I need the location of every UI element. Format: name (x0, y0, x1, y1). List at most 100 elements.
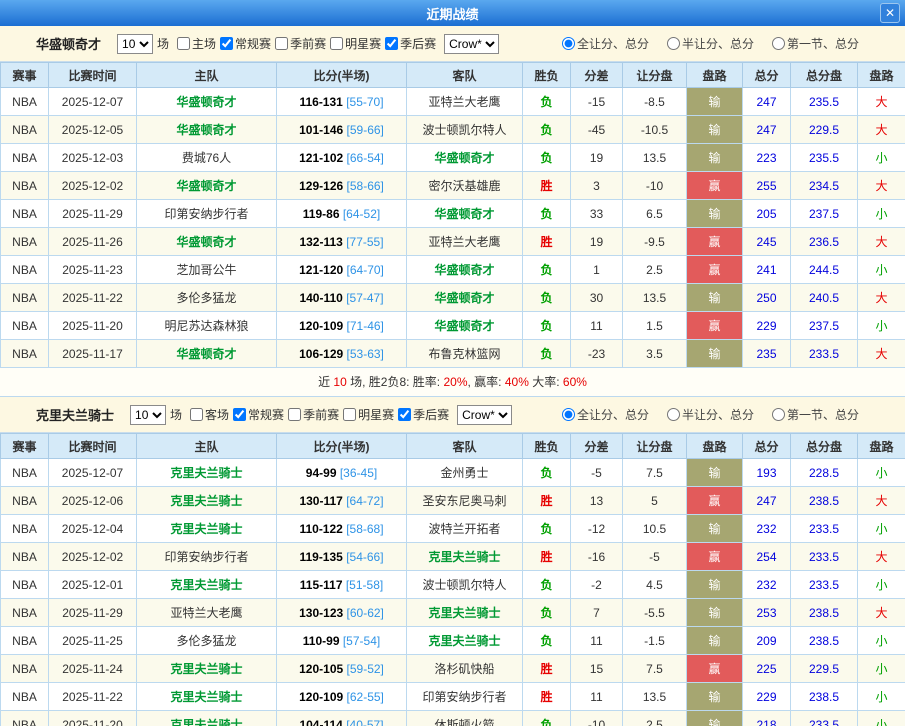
close-icon[interactable]: ✕ (880, 3, 900, 23)
cell-point-diff: -2 (571, 571, 623, 599)
checkbox-input[interactable] (330, 37, 343, 50)
filter-checkbox[interactable]: 季后赛 (385, 35, 436, 52)
filter-checkbox-group: 主场常规赛季前赛明星赛季后赛 (177, 35, 440, 53)
cell-date: 2025-11-24 (49, 655, 137, 683)
cell-total-points: 218 (743, 711, 791, 726)
cell-handicap-line: -5 (623, 543, 687, 571)
checkbox-input[interactable] (385, 37, 398, 50)
games-count-select[interactable]: 10 (117, 34, 153, 54)
stat-scope-radio[interactable]: 第一节、总分 (772, 406, 859, 423)
column-header: 客队 (407, 434, 523, 459)
filter-checkbox[interactable]: 季前赛 (288, 406, 339, 423)
radio-input[interactable] (667, 408, 680, 421)
cell-total-points: 229 (743, 683, 791, 711)
half-score: [57-54] (343, 634, 380, 648)
cell-point-diff: 19 (571, 144, 623, 172)
cell-league: NBA (1, 228, 49, 256)
game-row: NBA2025-11-20明尼苏达森林狼120-109 [71-46]华盛顿奇才… (1, 312, 905, 340)
cell-home-team: 克里夫兰骑士 (137, 711, 277, 726)
cell-total-line: 237.5 (791, 312, 858, 340)
odds-type-select[interactable]: Crow* (444, 34, 499, 54)
games-count-select[interactable]: 10 (130, 405, 166, 425)
cell-total-points: 247 (743, 88, 791, 116)
cell-score: 132-113 [77-55] (277, 228, 407, 256)
checkbox-input[interactable] (220, 37, 233, 50)
half-score: [64-72] (346, 494, 383, 508)
cell-total-line: 238.5 (791, 487, 858, 515)
stat-scope-radio[interactable]: 半让分、总分 (667, 35, 754, 52)
cell-over-under: 大 (858, 228, 905, 256)
game-row: NBA2025-11-23芝加哥公牛121-120 [64-70]华盛顿奇才负1… (1, 256, 905, 284)
radio-input[interactable] (562, 408, 575, 421)
stat-scope-radio[interactable]: 半让分、总分 (667, 406, 754, 423)
radio-input[interactable] (667, 37, 680, 50)
cell-date: 2025-11-29 (49, 200, 137, 228)
radio-input[interactable] (562, 37, 575, 50)
cell-away-team: 密尔沃基雄鹿 (407, 172, 523, 200)
cell-over-under: 大 (858, 599, 905, 627)
cell-handicap-result: 赢 (687, 543, 743, 571)
game-row: NBA2025-11-29印第安纳步行者119-86 [64-52]华盛顿奇才负… (1, 200, 905, 228)
cell-over-under: 小 (858, 144, 905, 172)
cell-date: 2025-11-20 (49, 711, 137, 726)
radio-input[interactable] (772, 408, 785, 421)
cell-league: NBA (1, 172, 49, 200)
cell-home-team: 克里夫兰骑士 (137, 459, 277, 487)
filter-checkbox[interactable]: 主场 (177, 35, 216, 52)
cell-handicap-line: -10.5 (623, 116, 687, 144)
checkbox-input[interactable] (343, 408, 356, 421)
cell-home-team: 克里夫兰骑士 (137, 683, 277, 711)
cell-over-under: 小 (858, 256, 905, 284)
cell-date: 2025-12-01 (49, 571, 137, 599)
cell-handicap-result: 赢 (687, 655, 743, 683)
cell-total-points: 241 (743, 256, 791, 284)
cell-league: NBA (1, 312, 49, 340)
radio-input[interactable] (772, 37, 785, 50)
filter-checkbox[interactable]: 常规赛 (233, 406, 284, 423)
checkbox-input[interactable] (233, 408, 246, 421)
cell-away-team: 布鲁克林篮网 (407, 340, 523, 368)
column-header: 比分(半场) (277, 63, 407, 88)
filter-checkbox[interactable]: 常规赛 (220, 35, 271, 52)
stat-scope-radio[interactable]: 全让分、总分 (562, 35, 649, 52)
cell-handicap-line: 5 (623, 487, 687, 515)
summary-row: 近 10 场, 胜2负8: 胜率: 20%, 赢率: 40% 大率: 60% (0, 368, 905, 397)
cell-result: 负 (523, 256, 571, 284)
cell-point-diff: 11 (571, 683, 623, 711)
filter-checkbox[interactable]: 明星赛 (330, 35, 381, 52)
cell-score: 116-131 [55-70] (277, 88, 407, 116)
cell-home-team: 克里夫兰骑士 (137, 655, 277, 683)
column-header: 胜负 (523, 63, 571, 88)
checkbox-input[interactable] (190, 408, 203, 421)
game-row: NBA2025-12-05华盛顿奇才101-146 [59-66]波士顿凯尔特人… (1, 116, 905, 144)
filter-checkbox[interactable]: 季后赛 (398, 406, 449, 423)
cell-league: NBA (1, 88, 49, 116)
cell-date: 2025-12-05 (49, 116, 137, 144)
cell-handicap-result: 输 (687, 571, 743, 599)
odds-type-select[interactable]: Crow* (457, 405, 512, 425)
checkbox-input[interactable] (398, 408, 411, 421)
filter-checkbox[interactable]: 明星赛 (343, 406, 394, 423)
cell-handicap-line: 7.5 (623, 459, 687, 487)
checkbox-input[interactable] (177, 37, 190, 50)
cell-league: NBA (1, 571, 49, 599)
filter-checkbox[interactable]: 季前赛 (275, 35, 326, 52)
stat-scope-radio[interactable]: 第一节、总分 (772, 35, 859, 52)
cell-handicap-line: 10.5 (623, 515, 687, 543)
game-row: NBA2025-12-04克里夫兰骑士110-122 [58-68]波特兰开拓者… (1, 515, 905, 543)
cell-result: 负 (523, 116, 571, 144)
game-row: NBA2025-11-22多伦多猛龙140-110 [57-47]华盛顿奇才负3… (1, 284, 905, 312)
column-header: 盘路 (858, 434, 905, 459)
checkbox-input[interactable] (275, 37, 288, 50)
stat-scope-radio[interactable]: 全让分、总分 (562, 406, 649, 423)
cell-total-line: 233.5 (791, 515, 858, 543)
cell-league: NBA (1, 144, 49, 172)
cell-away-team: 华盛顿奇才 (407, 256, 523, 284)
cell-date: 2025-12-03 (49, 144, 137, 172)
game-row: NBA2025-11-22克里夫兰骑士120-109 [62-55]印第安纳步行… (1, 683, 905, 711)
filter-checkbox[interactable]: 客场 (190, 406, 229, 423)
cell-handicap-result: 输 (687, 683, 743, 711)
checkbox-input[interactable] (288, 408, 301, 421)
cell-handicap-result: 输 (687, 88, 743, 116)
cell-score: 120-105 [59-52] (277, 655, 407, 683)
